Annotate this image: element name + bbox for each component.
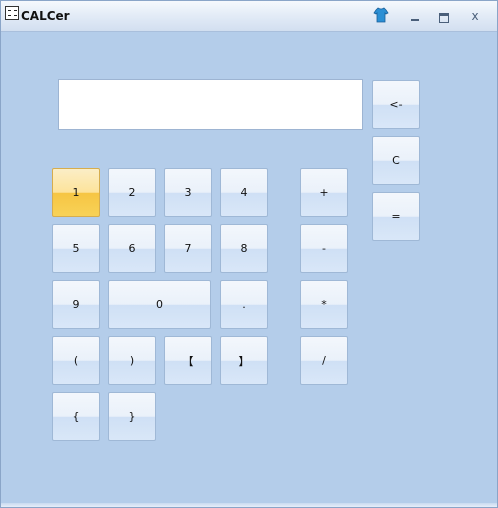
digit-9-button[interactable]: 9: [52, 280, 100, 329]
right-paren-button[interactable]: ): [108, 336, 156, 385]
digit-2-button[interactable]: 2: [108, 168, 156, 217]
multiply-button[interactable]: *: [300, 280, 348, 329]
equals-button[interactable]: =: [372, 192, 420, 241]
digit-3-button[interactable]: 3: [164, 168, 212, 217]
right-brace-button[interactable]: }: [108, 392, 156, 441]
shirt-icon[interactable]: [373, 7, 389, 23]
digit-6-button[interactable]: 6: [108, 224, 156, 273]
digit-7-button[interactable]: 7: [164, 224, 212, 273]
divide-button[interactable]: /: [300, 336, 348, 385]
title-bar: CALCer x: [1, 1, 497, 32]
left-bracket-button[interactable]: 【: [164, 336, 212, 385]
clear-button[interactable]: C: [372, 136, 420, 185]
calculator-window: CALCer x <- C = 1 2 3 4 + 5 6 7 8 - 9 0 …: [0, 0, 498, 508]
minimize-button[interactable]: [405, 7, 425, 25]
left-brace-button[interactable]: {: [52, 392, 100, 441]
digit-5-button[interactable]: 5: [52, 224, 100, 273]
window-bottom-edge: [1, 503, 497, 507]
plus-button[interactable]: +: [300, 168, 348, 217]
close-button[interactable]: x: [465, 7, 485, 25]
window-title: CALCer: [21, 9, 70, 23]
right-bracket-button[interactable]: 】: [220, 336, 268, 385]
decimal-point-button[interactable]: .: [220, 280, 268, 329]
calculator-icon: [5, 6, 19, 20]
left-paren-button[interactable]: (: [52, 336, 100, 385]
backspace-button[interactable]: <-: [372, 80, 420, 129]
display-field[interactable]: [58, 79, 363, 130]
digit-4-button[interactable]: 4: [220, 168, 268, 217]
digit-1-button[interactable]: 1: [52, 168, 100, 217]
minus-button[interactable]: -: [300, 224, 348, 273]
digit-8-button[interactable]: 8: [220, 224, 268, 273]
maximize-button[interactable]: [434, 7, 454, 25]
digit-0-button[interactable]: 0: [108, 280, 211, 329]
